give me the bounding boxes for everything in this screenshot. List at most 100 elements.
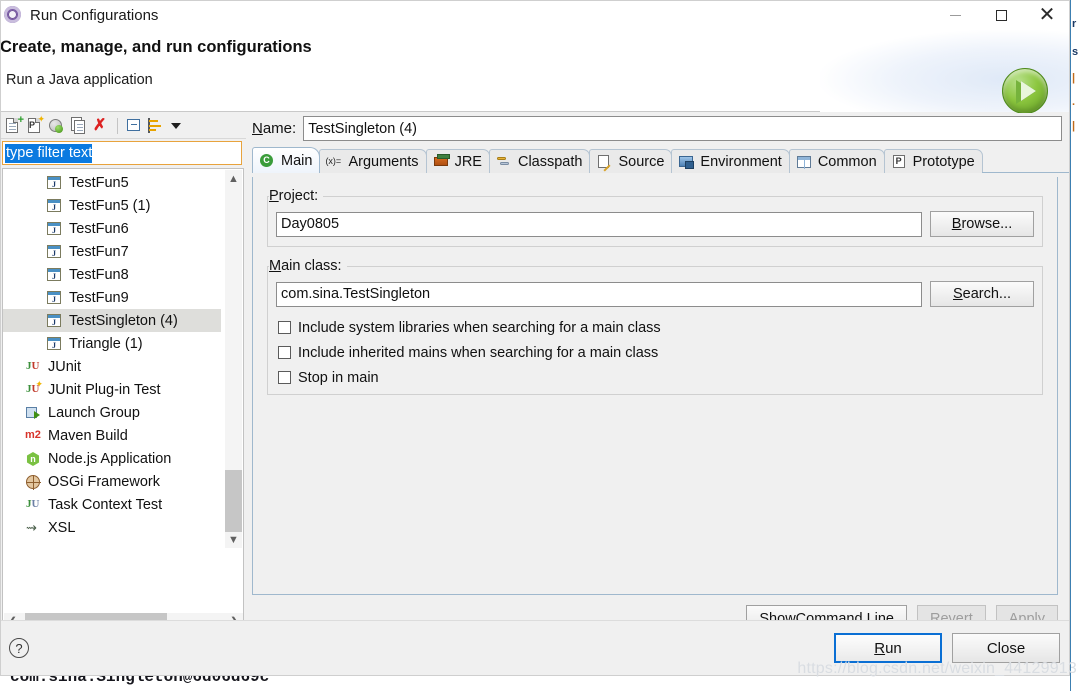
tree-item-label: TestFun8 [69, 266, 129, 283]
tree-item-xsl[interactable]: ⇝ XSL [3, 516, 221, 539]
run-configurations-gear-icon [3, 5, 23, 25]
help-icon[interactable]: ? [9, 638, 29, 658]
new-prototype-icon[interactable]: P ✦ [24, 114, 46, 137]
tree-item-maven-build[interactable]: m2 Maven Build [3, 424, 221, 447]
maximize-button[interactable] [978, 0, 1024, 30]
tree-item-testfun9[interactable]: J TestFun9 [3, 286, 221, 309]
scroll-up-icon[interactable]: ▲ [225, 170, 242, 187]
tree-item-launch-group[interactable]: Launch Group [3, 401, 221, 424]
browse-button[interactable]: Browse... [930, 211, 1034, 237]
checkbox-label: Include system libraries when searching … [298, 319, 661, 336]
tab-arguments[interactable]: (x)= Arguments [319, 149, 427, 173]
duplicate-icon[interactable] [68, 115, 90, 137]
name-input[interactable]: TestSingleton (4) [303, 116, 1062, 141]
tree-item-testfun8[interactable]: J TestFun8 [3, 263, 221, 286]
project-group-label: Project: [269, 188, 324, 204]
tree-item-triangle-1[interactable]: J Triangle (1) [3, 332, 221, 355]
tab-classpath[interactable]: Classpath [488, 149, 591, 173]
tree-item-junit[interactable]: JU JUnit [3, 355, 221, 378]
maximize-icon [995, 9, 1007, 21]
checkbox-stop-in-main[interactable] [278, 371, 291, 384]
tree-item-testfun5-1[interactable]: J TestFun5 (1) [3, 194, 221, 217]
environment-tab-icon [678, 154, 695, 169]
checkbox-label: Stop in main [298, 369, 379, 386]
tab-source[interactable]: Source [589, 149, 673, 173]
tree-item-testfun5[interactable]: J TestFun5 [3, 171, 221, 194]
screen: r s | . | com.sina.Singleton@6d06d69c Ru… [0, 0, 1079, 691]
tab-label: Prototype [912, 153, 975, 170]
main-class-checkboxes: Include system libraries when searching … [278, 315, 1020, 390]
checkbox-include-system-libraries[interactable] [278, 321, 291, 334]
close-button[interactable]: ✕ [1024, 0, 1070, 30]
tree-item-osgi-framework[interactable]: OSGi Framework [3, 470, 221, 493]
search-button[interactable]: Search... [930, 281, 1034, 307]
run-button[interactable]: Run [834, 633, 942, 663]
tree-item-label: TestFun9 [69, 289, 129, 306]
osgi-icon [25, 473, 42, 490]
tree-item-nodejs-application[interactable]: n Node.js Application [3, 447, 221, 470]
project-input[interactable]: Day0805 [276, 211, 922, 237]
window-controls: ✕ [932, 0, 1070, 30]
delete-icon[interactable]: ✗ [90, 115, 112, 137]
configuration-tabs: C Main (x)= Arguments JRE Classpath Sour… [252, 147, 1070, 173]
configurations-toolbar: + P ✦ ✗ [0, 113, 246, 139]
tree-item-testfun6[interactable]: J TestFun6 [3, 217, 221, 240]
collapse-all-icon[interactable] [123, 115, 145, 137]
tree-item-label: TestFun5 [69, 174, 129, 191]
search-input-value: type filter text [5, 143, 93, 163]
tab-label: Environment [700, 153, 782, 170]
java-application-icon: J [46, 197, 63, 214]
checkbox-include-inherited-mains[interactable] [278, 346, 291, 359]
export-launch-configuration-icon[interactable] [46, 115, 68, 137]
tree-item-label: TestSingleton (4) [69, 312, 178, 329]
minimize-button[interactable] [932, 0, 978, 30]
project-group: Project: Day0805 Browse... [267, 187, 1043, 247]
new-launch-configuration-icon[interactable]: + [2, 114, 24, 137]
nodejs-icon: n [25, 450, 42, 467]
green-run-play-icon [1002, 68, 1048, 114]
tree-item-task-context-test[interactable]: JU Task Context Test [3, 493, 221, 516]
java-application-icon: J [46, 289, 63, 306]
main-tab-icon: C [259, 153, 276, 168]
tree-item-label: JUnit Plug-in Test [48, 381, 161, 398]
configurations-panel: + P ✦ ✗ type filter text J TestFun5 J Te… [0, 113, 246, 658]
main-class-input[interactable]: com.sina.TestSingleton [276, 281, 922, 307]
dialog-title: Run Configurations [30, 6, 159, 24]
java-application-icon: J [46, 266, 63, 283]
tree-item-testsingleton-4[interactable]: J TestSingleton (4) [3, 309, 221, 332]
filter-icon[interactable] [145, 115, 167, 137]
vertical-scroll-thumb[interactable] [225, 470, 242, 532]
run-configurations-dialog: Run Configurations ✕ Create, manage, and… [0, 0, 1070, 676]
checkbox-row-stop-in-main[interactable]: Stop in main [278, 365, 1020, 390]
search-input[interactable]: type filter text [2, 141, 242, 165]
source-tab-icon [596, 154, 613, 169]
tab-common[interactable]: Common [788, 149, 885, 173]
main-class-group-label: Main class: [269, 258, 347, 274]
tab-prototype[interactable]: P Prototype [883, 149, 983, 173]
tree-item-label: Task Context Test [48, 496, 163, 513]
watermark: https://blog.csdn.net/weixin_44129913 [797, 660, 1077, 677]
java-application-icon: J [46, 243, 63, 260]
scroll-down-icon[interactable]: ▼ [225, 531, 242, 548]
tree-item-label: XSL [48, 519, 76, 536]
configurations-tree[interactable]: J TestFun5 J TestFun5 (1) J TestFun6 J T… [2, 168, 244, 658]
tab-label: Source [618, 153, 665, 170]
tree-item-junit-plugin-test[interactable]: JU ✦ JUnit Plug-in Test [3, 378, 221, 401]
tab-main[interactable]: C Main [252, 147, 321, 173]
common-tab-icon [796, 154, 813, 169]
tree-vertical-scrollbar[interactable]: ▲ ▼ [225, 170, 242, 548]
tab-jre[interactable]: JRE [425, 149, 490, 173]
header-title: Create, manage, and run configurations [0, 38, 312, 56]
arguments-tab-icon: (x)= [325, 156, 342, 166]
close-dialog-button[interactable]: Close [952, 633, 1060, 663]
launch-group-icon [25, 404, 42, 421]
checkbox-row-include-inherited-mains[interactable]: Include inherited mains when searching f… [278, 340, 1020, 365]
java-application-icon: J [46, 312, 63, 329]
view-menu-caret-icon[interactable] [171, 122, 181, 129]
checkbox-row-include-system-libraries[interactable]: Include system libraries when searching … [278, 315, 1020, 340]
tree-item-testfun7[interactable]: J TestFun7 [3, 240, 221, 263]
task-context-icon: JU [26, 498, 40, 510]
tree-item-label: Triangle (1) [69, 335, 143, 352]
help-label: ? [15, 640, 23, 656]
tab-environment[interactable]: Environment [671, 149, 790, 173]
